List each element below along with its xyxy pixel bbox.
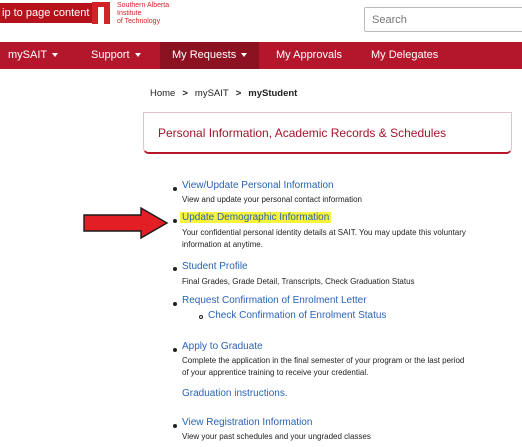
highlighted-link-text: Update Demographic Information	[180, 212, 332, 223]
red-arrow-icon	[83, 207, 169, 239]
nav-label: Support	[91, 49, 130, 61]
logo-line-3: of Technology	[117, 18, 161, 25]
nav-item-my-delegates[interactable]: My Delegates	[371, 42, 438, 69]
link-request-enrolment-letter[interactable]: Request Confirmation of Enrolment Letter	[182, 295, 367, 306]
chevron-down-icon	[241, 53, 248, 58]
sub-bullet-icon	[199, 315, 203, 319]
chevron-down-icon	[134, 53, 141, 58]
bullet-icon	[173, 302, 177, 306]
section-title: Personal Information, Academic Records &…	[158, 126, 447, 140]
link-description: Final Grades, Grade Detail, Transcripts,…	[182, 277, 415, 286]
link-description: information at anytime.	[182, 240, 263, 249]
nav-label: mySAIT	[8, 49, 48, 61]
link-description: of your apprentice training to receive y…	[182, 368, 369, 377]
sait-logo-text[interactable]: Southern Alberta Institute of Technology	[117, 2, 169, 26]
nav-item-my-approvals[interactable]: My Approvals	[276, 42, 342, 69]
link-view-update-personal-info[interactable]: View/Update Personal Information	[182, 180, 334, 191]
nav-item-support[interactable]: Support	[91, 42, 141, 69]
link-description: Your confidential personal identity deta…	[182, 228, 466, 237]
logo-line-2: Institute	[117, 10, 142, 17]
nav-item-my-requests[interactable]: My Requests	[160, 42, 260, 69]
link-apply-to-graduate[interactable]: Apply to Graduate	[182, 341, 263, 352]
chevron-right-icon: >	[182, 88, 188, 99]
breadcrumb-current: myStudent	[248, 88, 298, 99]
search-box	[364, 7, 522, 32]
top-header: ip to page content Southern Alberta Inst…	[0, 0, 522, 38]
bullet-icon	[173, 219, 177, 223]
link-description: View your past schedules and your ungrad…	[182, 432, 371, 441]
link-update-demographic-info[interactable]: Update Demographic Information	[180, 212, 332, 223]
bullet-icon	[173, 267, 177, 271]
sait-logo-icon[interactable]	[92, 2, 110, 24]
link-view-registration-info[interactable]: View Registration Information	[182, 417, 312, 428]
chevron-down-icon	[52, 53, 59, 58]
link-graduation-instructions[interactable]: Graduation instructions.	[182, 388, 288, 399]
chevron-right-icon: >	[235, 88, 242, 99]
breadcrumb: Home > mySAIT > myStudent	[150, 88, 297, 99]
link-student-profile[interactable]: Student Profile	[182, 261, 248, 272]
link-description: Complete the application in the final se…	[182, 356, 465, 365]
nav-label: My Approvals	[276, 49, 343, 61]
bullet-icon	[173, 348, 177, 352]
breadcrumb-home[interactable]: Home	[150, 88, 175, 99]
skip-to-content-link[interactable]: ip to page content	[0, 3, 95, 23]
bullet-icon	[173, 187, 177, 191]
main-nav: mySAIT Support My Requests My Approvals …	[0, 42, 522, 69]
section-header-card: Personal Information, Academic Records &…	[143, 112, 512, 154]
bullet-icon	[173, 424, 177, 428]
link-check-enrolment-status[interactable]: Check Confirmation of Enrolment Status	[208, 310, 386, 321]
logo-line-1: Southern Alberta	[117, 2, 170, 9]
nav-label: My Delegates	[371, 49, 439, 61]
search-input[interactable]	[365, 8, 512, 31]
nav-item-mysait[interactable]: mySAIT	[8, 42, 59, 69]
link-description: View and update your personal contact in…	[182, 195, 362, 204]
breadcrumb-mysait[interactable]: mySAIT	[195, 88, 229, 99]
nav-label: My Requests	[172, 49, 237, 61]
